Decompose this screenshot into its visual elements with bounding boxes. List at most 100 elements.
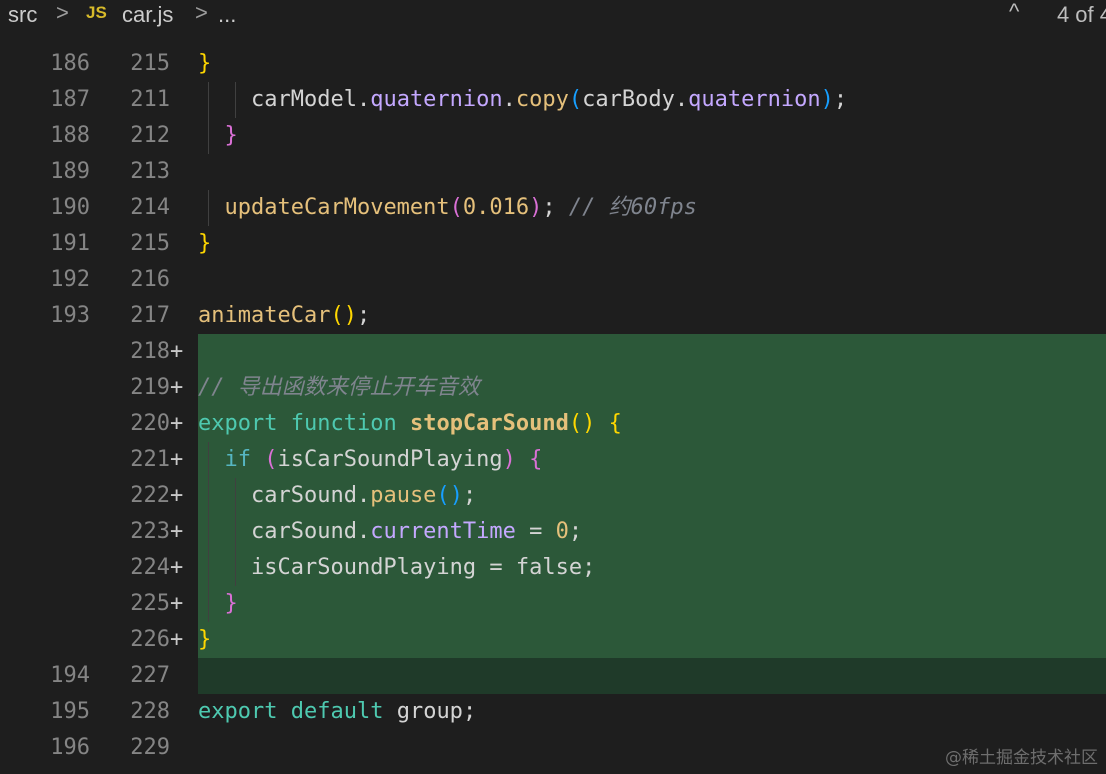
code-line[interactable]: 196 229 bbox=[0, 730, 1106, 766]
code-token: export bbox=[198, 699, 278, 724]
code-line[interactable]: 193 217 animateCar(); bbox=[0, 298, 1106, 334]
added-code-line[interactable]: 223 + carSound.currentTime = 0; bbox=[0, 514, 1106, 550]
added-code-line[interactable]: 221 + if (isCarSoundPlaying) { bbox=[0, 442, 1106, 478]
added-line-marker: + bbox=[170, 339, 184, 364]
breadcrumb-file[interactable]: car.js bbox=[122, 2, 173, 28]
new-line-number: 227 bbox=[130, 663, 170, 688]
code-text: if (isCarSoundPlaying) { bbox=[198, 442, 543, 478]
code-token: carSound bbox=[250, 483, 357, 508]
code-text: carSound.pause(); bbox=[198, 478, 476, 514]
code-token: ) bbox=[582, 411, 596, 436]
breadcrumb-folder[interactable]: src bbox=[8, 2, 37, 28]
code-token: currentTime bbox=[370, 519, 516, 544]
code-editor[interactable]: 186 215} 187 211 carModel.quaternion.copy(c… bbox=[0, 46, 1106, 774]
code-token: . bbox=[502, 87, 516, 112]
added-line-marker: + bbox=[170, 555, 184, 580]
code-line[interactable]: 192 216 bbox=[0, 262, 1106, 298]
code-token: carBody bbox=[582, 87, 675, 112]
code-line[interactable]: 195 228 export default group; bbox=[0, 694, 1106, 730]
added-line-marker: + bbox=[170, 375, 184, 400]
code-token: = bbox=[476, 555, 516, 580]
code-line[interactable]: 187 211 carModel.quaternion.copy(carBody.… bbox=[0, 82, 1106, 118]
code-token: ( bbox=[568, 87, 583, 112]
code-token: } bbox=[224, 591, 238, 616]
added-code-line[interactable]: 220 + export function stopCarSound() { bbox=[0, 406, 1106, 442]
code-token: // 导出函数来停止开车音效 bbox=[198, 375, 480, 400]
chevron-right-icon: > bbox=[195, 0, 208, 25]
new-line-number: 216 bbox=[130, 267, 170, 292]
code-token: quaternion bbox=[688, 87, 821, 112]
new-line-number: 212 bbox=[130, 123, 170, 148]
new-line-number: 226 bbox=[130, 627, 170, 652]
added-code-line[interactable]: 224 + isCarSoundPlaying = false; bbox=[0, 550, 1106, 586]
old-line-number: 196 bbox=[50, 735, 90, 760]
new-line-number: 219 bbox=[130, 375, 170, 400]
code-token: . bbox=[674, 87, 689, 112]
code-token: ; bbox=[462, 483, 477, 508]
new-line-number: 228 bbox=[130, 699, 170, 724]
new-line-number: 215 bbox=[130, 231, 170, 256]
old-line-number: 191 bbox=[50, 231, 90, 256]
code-token: ( bbox=[568, 411, 583, 436]
new-line-number: 221 bbox=[130, 447, 170, 472]
code-token: export bbox=[198, 411, 278, 436]
code-token: group bbox=[396, 699, 463, 724]
code-token: ( bbox=[449, 195, 463, 220]
code-token: function bbox=[290, 411, 397, 436]
added-code-line[interactable]: 225 + } bbox=[0, 586, 1106, 622]
new-line-number: 222 bbox=[130, 483, 170, 508]
code-line[interactable]: 189 213 bbox=[0, 154, 1106, 190]
code-token: . bbox=[356, 519, 371, 544]
code-text: export default group; bbox=[198, 694, 476, 730]
code-token: ; bbox=[356, 303, 371, 328]
old-line-number: 195 bbox=[50, 699, 90, 724]
code-token: isCarSoundPlaying bbox=[250, 555, 477, 580]
added-line-marker: + bbox=[170, 447, 184, 472]
added-code-line[interactable]: 219 + // 导出函数来停止开车音效 bbox=[0, 370, 1106, 406]
code-line[interactable]: 194 227 bbox=[0, 658, 1106, 694]
code-token: stopCarSound bbox=[409, 411, 569, 436]
code-token: isCarSoundPlaying bbox=[277, 447, 503, 472]
find-match-count: 4 of 4 bbox=[1056, 2, 1106, 27]
code-token: false bbox=[515, 555, 583, 580]
code-text: } bbox=[198, 622, 211, 658]
code-token: . bbox=[356, 483, 371, 508]
code-token: ) bbox=[449, 483, 463, 508]
code-token: } bbox=[198, 231, 212, 256]
breadcrumb-more[interactable]: ... bbox=[218, 2, 236, 28]
added-code-line[interactable]: 226 +} bbox=[0, 622, 1106, 658]
code-text: export function stopCarSound() { bbox=[198, 406, 622, 442]
code-token: ) bbox=[343, 303, 357, 328]
code-text: } bbox=[198, 46, 211, 82]
chevron-up-icon[interactable]: ^ bbox=[1009, 0, 1019, 25]
code-text: isCarSoundPlaying = false; bbox=[198, 550, 595, 586]
new-line-number: 211 bbox=[130, 87, 170, 112]
javascript-file-icon: JS bbox=[86, 3, 107, 22]
code-line[interactable]: 186 215} bbox=[0, 46, 1106, 82]
code-token: ; bbox=[542, 195, 569, 220]
code-token: ( bbox=[436, 483, 450, 508]
code-text: // 导出函数来停止开车音效 bbox=[198, 370, 480, 406]
added-code-line[interactable]: 222 + carSound.pause(); bbox=[0, 478, 1106, 514]
code-token: animateCar bbox=[198, 303, 331, 328]
code-text: } bbox=[198, 226, 211, 262]
code-line[interactable]: 191 215} bbox=[0, 226, 1106, 262]
code-token: { bbox=[529, 447, 543, 472]
code-token: } bbox=[198, 627, 212, 652]
new-line-number: 224 bbox=[130, 555, 170, 580]
new-line-number: 218 bbox=[130, 339, 170, 364]
added-code-line[interactable]: 218 + bbox=[0, 334, 1106, 370]
old-line-number: 192 bbox=[50, 267, 90, 292]
code-line[interactable]: 188 212 } bbox=[0, 118, 1106, 154]
code-text: } bbox=[198, 118, 238, 154]
code-token: copy bbox=[515, 87, 569, 112]
code-token: ( bbox=[264, 447, 278, 472]
code-line[interactable]: 190 214 updateCarMovement(0.016); // 约60f… bbox=[0, 190, 1106, 226]
code-token: 0 bbox=[555, 519, 569, 544]
code-token: if bbox=[224, 447, 252, 472]
code-token: default bbox=[290, 699, 384, 724]
